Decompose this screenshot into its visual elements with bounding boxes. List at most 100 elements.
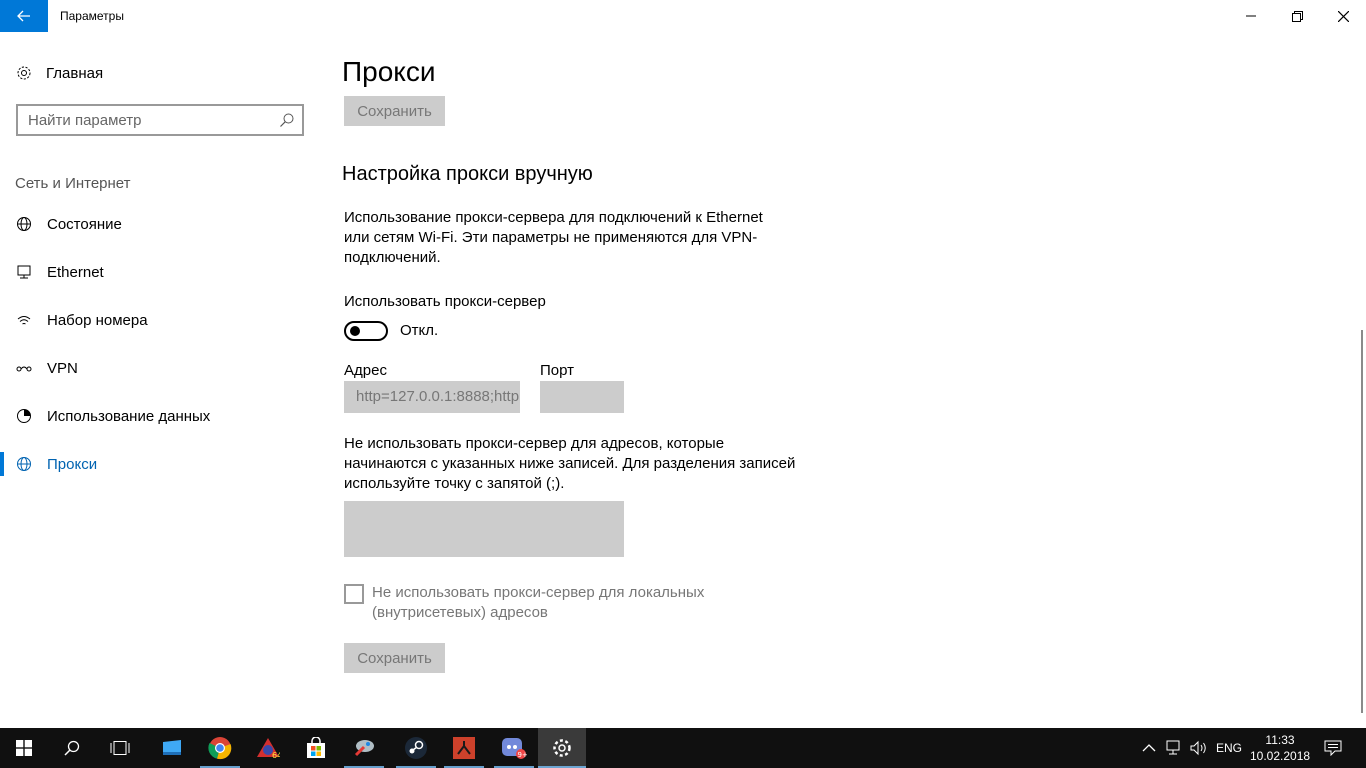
search-icon xyxy=(64,740,80,756)
back-button[interactable] xyxy=(0,0,48,32)
sidebar-item-ethernet[interactable]: Ethernet xyxy=(0,252,320,292)
clock-date: 10.02.2018 xyxy=(1250,749,1311,763)
close-icon xyxy=(1337,10,1349,22)
taskbar-app-settings[interactable] xyxy=(538,728,586,768)
restore-button[interactable] xyxy=(1274,0,1320,32)
port-field[interactable] xyxy=(540,381,624,413)
sidebar-item-label: Набор номера xyxy=(47,311,148,329)
title-bar: Параметры xyxy=(0,0,1366,32)
sidebar-item-proxy[interactable]: Прокси xyxy=(0,444,320,484)
rust-icon xyxy=(453,737,475,759)
local-addresses-label: Не использовать прокси-сервер для локаль… xyxy=(372,583,704,623)
home-label: Главная xyxy=(46,64,104,82)
page-title: Прокси xyxy=(342,56,436,87)
toggle-knob xyxy=(350,326,360,336)
search-input[interactable] xyxy=(18,106,268,134)
gear-icon xyxy=(15,64,33,82)
ethernet-icon xyxy=(15,263,33,281)
globe-icon xyxy=(15,455,33,473)
main-content: Прокси Сохранить Настройка прокси вручну… xyxy=(320,32,1360,728)
globe-status-icon xyxy=(15,215,33,233)
use-proxy-toggle[interactable] xyxy=(344,321,388,341)
checkbox-line: (внутрисетевых) адресов xyxy=(372,604,548,621)
home-link[interactable]: Главная xyxy=(15,62,103,84)
minimize-button[interactable] xyxy=(1228,0,1274,32)
sidebar-item-status[interactable]: Состояние xyxy=(0,204,320,244)
description-line: подключений. xyxy=(344,249,441,266)
taskbar-app-steam[interactable] xyxy=(392,728,440,768)
toggle-state-label: Откл. xyxy=(400,322,439,339)
language-indicator[interactable]: ENG xyxy=(1216,728,1242,768)
address-label: Адрес xyxy=(344,362,387,379)
use-proxy-label: Использовать прокси-сервер xyxy=(344,293,546,310)
scrollbar[interactable] xyxy=(1361,330,1363,713)
close-button[interactable] xyxy=(1320,0,1366,32)
minimize-icon xyxy=(1246,15,1256,17)
volume-tray-button[interactable] xyxy=(1190,728,1208,768)
taskbar: 64 9+ ENG 11:33 10.02.2018 xyxy=(0,728,1366,768)
clock-time: 11:33 xyxy=(1265,733,1295,747)
start-icon xyxy=(16,740,32,756)
taskbar-app-aida64[interactable]: 64 xyxy=(244,728,292,768)
search-icon xyxy=(280,113,294,127)
save-button-top[interactable]: Сохранить xyxy=(344,96,445,126)
save-button-bottom[interactable]: Сохранить xyxy=(344,643,445,673)
volume-icon xyxy=(1190,740,1206,756)
sidebar: Главная Сеть и Интернет Состояние Ethern… xyxy=(0,32,320,728)
description-line: или сетям Wi-Fi. Эти параметры не примен… xyxy=(344,229,758,246)
description-line: Использование прокси-сервера для подключ… xyxy=(344,209,763,226)
action-center-icon xyxy=(1324,740,1342,756)
show-hidden-icons-button[interactable] xyxy=(1142,728,1156,768)
taskbar-app-explorer[interactable] xyxy=(148,728,196,768)
vpn-icon xyxy=(15,359,33,377)
taskbar-search-button[interactable] xyxy=(48,728,96,768)
checkbox-line: Не использовать прокси-сервер для локаль… xyxy=(372,584,705,601)
app-icon xyxy=(354,740,374,757)
exceptions-line: используйте точку с запятой (;). xyxy=(344,475,565,492)
dialup-icon xyxy=(15,311,33,329)
action-center-button[interactable] xyxy=(1324,728,1342,768)
start-button[interactable] xyxy=(0,728,48,768)
svg-text:9+: 9+ xyxy=(518,751,528,759)
section-label: Сеть и Интернет xyxy=(15,175,131,192)
exceptions-line: начинаются с указанных ниже записей. Для… xyxy=(344,455,796,472)
steam-icon xyxy=(405,737,427,759)
store-icon xyxy=(307,737,325,758)
sidebar-item-label: Прокси xyxy=(47,455,98,473)
discord-icon: 9+ xyxy=(502,738,528,759)
taskbar-clock[interactable]: 11:33 10.02.2018 xyxy=(1250,732,1310,764)
port-label: Порт xyxy=(540,362,575,379)
section-title: Настройка прокси вручную xyxy=(342,163,593,185)
search-box[interactable] xyxy=(16,104,304,136)
taskbar-app-rust[interactable] xyxy=(440,728,488,768)
arrow-left-icon xyxy=(17,10,30,22)
sidebar-item-vpn[interactable]: VPN xyxy=(0,348,320,388)
window-title: Параметры xyxy=(60,9,124,23)
aida64-icon: 64 xyxy=(257,738,280,759)
exceptions-line: Не использовать прокси-сервер для адресо… xyxy=(344,435,725,452)
local-addresses-checkbox[interactable] xyxy=(344,584,364,604)
exceptions-textarea[interactable] xyxy=(344,501,624,557)
restore-icon xyxy=(1291,10,1303,22)
sidebar-item-label: Ethernet xyxy=(47,263,104,281)
sidebar-item-label: Использование данных xyxy=(47,407,211,425)
data-usage-icon xyxy=(15,407,33,425)
proxy-description: Использование прокси-сервера для подключ… xyxy=(344,208,763,268)
taskbar-app-discord[interactable]: 9+ xyxy=(490,728,538,768)
task-view-icon xyxy=(110,741,130,755)
chrome-icon xyxy=(208,737,232,760)
settings-icon xyxy=(553,739,571,757)
task-view-button[interactable] xyxy=(96,728,144,768)
exceptions-description: Не использовать прокси-сервер для адресо… xyxy=(344,434,795,494)
network-icon xyxy=(1166,740,1180,755)
sidebar-item-label: Состояние xyxy=(47,215,122,233)
active-indicator xyxy=(0,452,4,476)
taskbar-app-store[interactable] xyxy=(292,728,340,768)
chevron-up-icon xyxy=(1142,744,1156,752)
sidebar-item-dialup[interactable]: Набор номера xyxy=(0,300,320,340)
sidebar-item-data-usage[interactable]: Использование данных xyxy=(0,396,320,436)
taskbar-app-chrome[interactable] xyxy=(196,728,244,768)
address-field[interactable]: http=127.0.0.1:8888;http xyxy=(344,381,520,413)
taskbar-app-generic[interactable] xyxy=(340,728,388,768)
network-tray-button[interactable] xyxy=(1164,728,1182,768)
